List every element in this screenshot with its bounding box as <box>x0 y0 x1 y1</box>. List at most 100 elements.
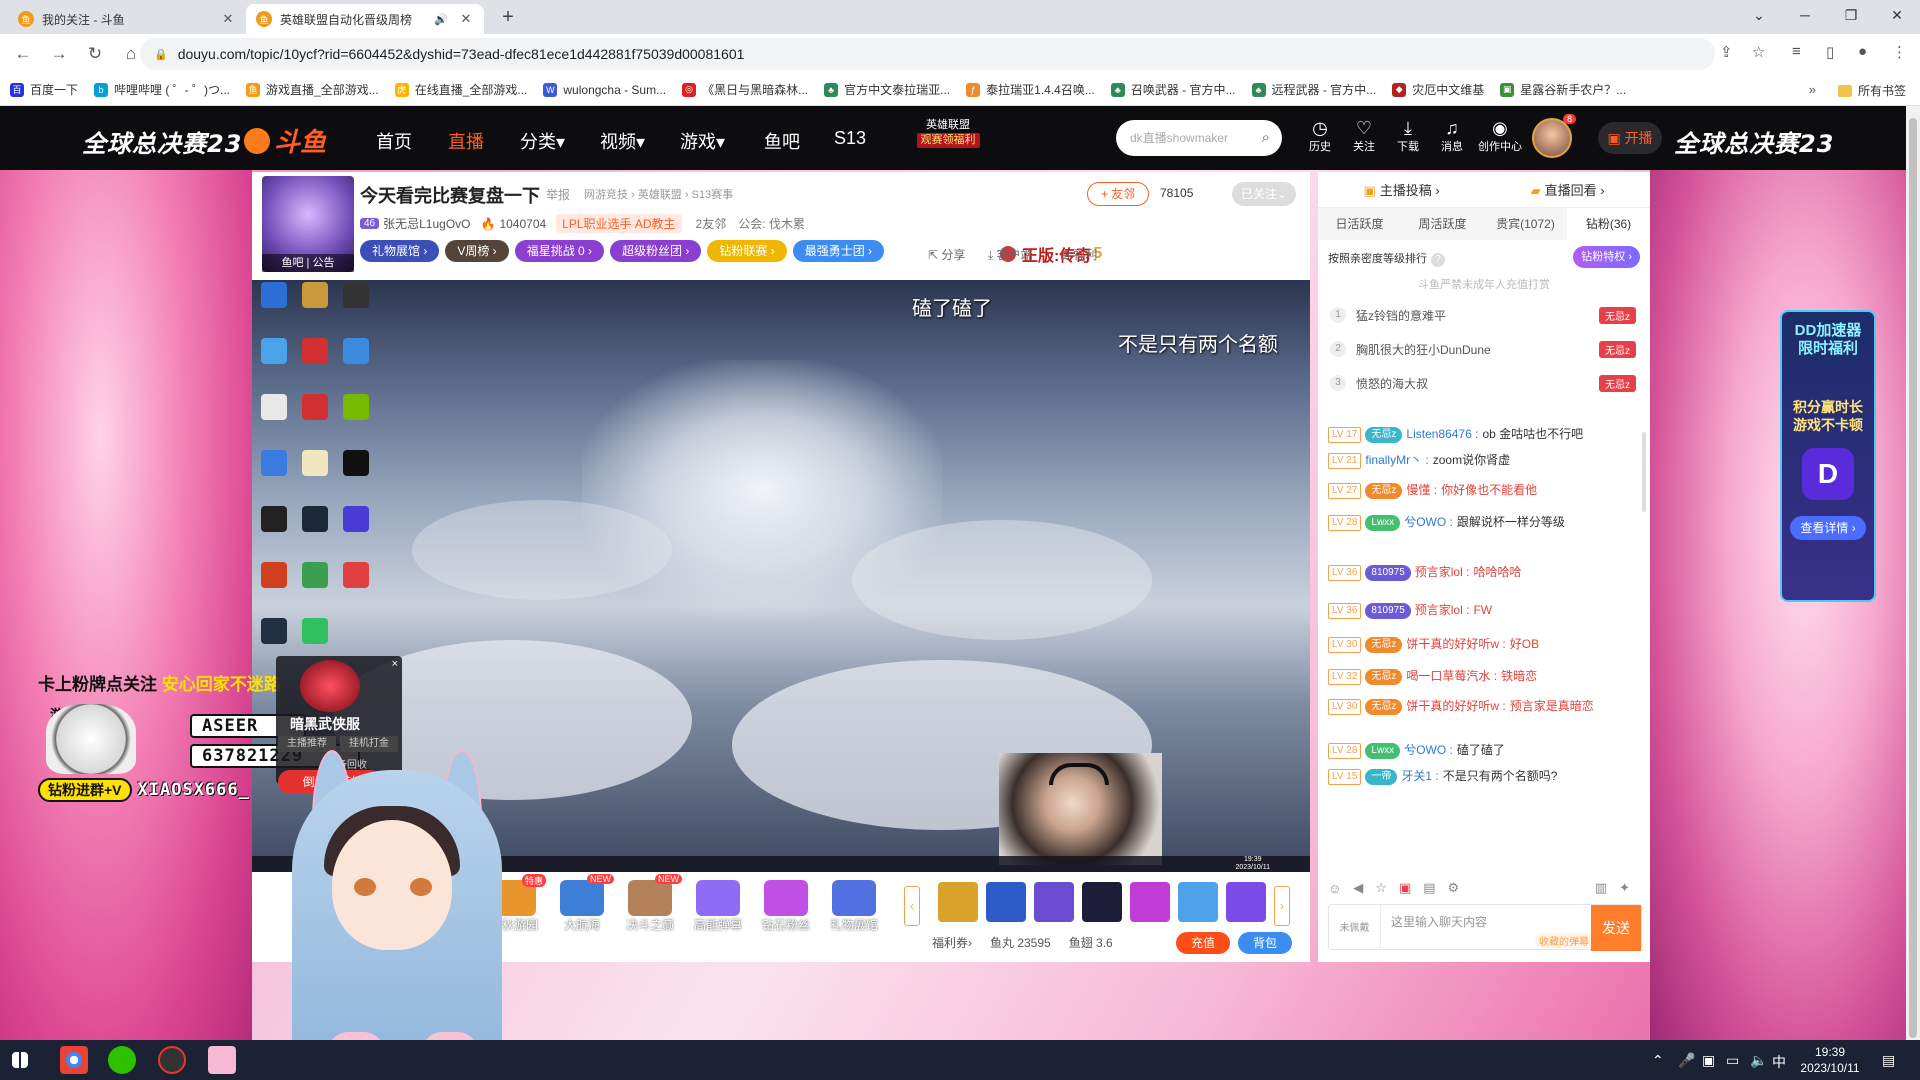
room-activity-button[interactable]: 最强勇士团 › <box>792 240 885 262</box>
chat-message[interactable]: LV 36 810975 预言家lol : FW <box>1328 600 1642 620</box>
reload-icon[interactable]: ↻ <box>82 41 108 67</box>
bookmarks-overflow-icon[interactable]: » <box>1809 82 1816 97</box>
chat-username[interactable]: Listen86476 : <box>1406 427 1478 441</box>
forward-icon[interactable]: → <box>46 41 72 67</box>
friend-follow-button[interactable]: + 友邻 <box>1087 182 1149 206</box>
worlds-logo[interactable]: 全球总决赛23 <box>1674 124 1834 159</box>
network-icon[interactable]: ▭ <box>1726 1052 1739 1069</box>
browser-tab-active[interactable]: 鱼 英雄联盟自动化晋级周榜 🔊 ✕ <box>246 4 484 34</box>
chat-username[interactable]: 预言家lol : <box>1415 565 1470 579</box>
gift-slot[interactable] <box>1178 882 1218 922</box>
follow-list-button[interactable]: ♡ 关注 <box>1344 118 1384 154</box>
chat-input-box[interactable]: 未佩戴 这里输入聊天内容 收藏的弹幕 发送 <box>1328 904 1642 951</box>
restore-button[interactable]: ❐ <box>1828 0 1874 30</box>
chat-username[interactable]: 饼干真的好好听w : <box>1406 699 1505 713</box>
coupon-link[interactable]: 福利券› <box>932 934 972 951</box>
close-window-button[interactable]: ✕ <box>1874 0 1920 30</box>
chat-username[interactable]: finallyMr丶 : <box>1365 453 1428 467</box>
anchor-name[interactable]: 张无忌L1ugOvO <box>383 215 470 232</box>
gift-scroll-right[interactable]: › <box>1274 886 1290 926</box>
badge-icon[interactable]: ☆ <box>1375 880 1387 896</box>
saved-danmu-button[interactable]: 收藏的弹幕 <box>1535 933 1593 948</box>
tray-app-icon[interactable]: ▣ <box>1702 1052 1715 1069</box>
close-tab-icon[interactable]: ✕ <box>220 11 236 27</box>
minimize-button[interactable]: ─ <box>1782 0 1828 30</box>
bookmark-item[interactable]: ◆ 灾厄中文维基 <box>1392 81 1484 98</box>
lock-icon[interactable]: 🔒 <box>154 48 168 61</box>
chat-username[interactable]: 喝一口草莓汽水 : <box>1406 669 1497 683</box>
address-bar[interactable]: 🔒 douyu.com/topic/10ycf?rid=6604452&dysh… <box>140 38 1715 70</box>
wechat-icon[interactable] <box>108 1046 136 1074</box>
chrome-icon[interactable] <box>60 1046 88 1074</box>
tab-daily-active[interactable]: 日活跃度 <box>1318 208 1401 240</box>
app-icon[interactable] <box>208 1046 236 1074</box>
gift-slot[interactable] <box>1034 882 1074 922</box>
all-bookmarks-folder[interactable]: 所有书签 <box>1837 82 1906 99</box>
nav-home[interactable]: 首页 <box>376 128 412 154</box>
promo-details-button[interactable]: 查看详情 › <box>1790 516 1866 540</box>
windows-start-icon[interactable] <box>12 1052 28 1068</box>
chat-message[interactable]: LV 30 无忌z 饼干真的好好听w : 好OB <box>1328 634 1642 654</box>
chat-message[interactable]: LV 36 810975 预言家lol : 哈哈哈哈 <box>1328 562 1642 582</box>
followed-button[interactable]: 已关注⌄ <box>1232 182 1296 206</box>
anchor-avatar[interactable]: 鱼吧 | 公告 <box>262 176 354 272</box>
chat-message[interactable]: LV 28 Lwxx 兮OWO : 磕了磕了 <box>1328 740 1642 760</box>
bookmark-star-icon[interactable]: ☆ <box>1752 43 1765 61</box>
browser-tab-my-follow[interactable]: 鱼 我的关注 - 斗鱼 ✕ <box>8 4 246 34</box>
worlds-logo[interactable]: 全球总决赛23 <box>82 124 242 159</box>
back-icon[interactable]: ← <box>10 41 36 67</box>
history-button[interactable]: ◷ 历史 <box>1300 118 1340 154</box>
chat-message[interactable]: LV 17 无忌z Listen86476 : ob 金咕咕也不行吧 <box>1328 424 1642 444</box>
side-panel-icon[interactable]: ▯ <box>1826 43 1834 61</box>
menu-icon[interactable]: ⋮ <box>1892 43 1907 61</box>
notification-icon[interactable]: ▤ <box>1882 1052 1895 1069</box>
client-button[interactable]: ⤓ 客户端 <box>988 246 1033 263</box>
search-input[interactable]: dk直播showmaker ⌕ <box>1116 120 1282 156</box>
rank-row[interactable]: 1 猛z铃铛的意难平 无忌z <box>1318 298 1650 332</box>
search-icon[interactable]: ⌕ <box>1262 120 1270 156</box>
replay-link[interactable]: ▰ 直播回看 › <box>1531 180 1605 199</box>
anchor-posts-link[interactable]: ▣ 主播投稿 › <box>1363 180 1439 199</box>
chat-message[interactable]: LV 32 无忌z 喝一口草莓汽水 : 铁暗恋 <box>1328 666 1642 686</box>
volume-icon[interactable]: 🔈 <box>1750 1052 1767 1069</box>
gift-scroll-left[interactable]: ‹ <box>904 886 920 926</box>
breadcrumb[interactable]: 网游竞技 › 英雄联盟 › S13赛事 <box>584 186 733 202</box>
speaker-icon[interactable]: 🔊 <box>434 13 448 26</box>
chat-message[interactable]: LV 15 一帝 牙关1 : 不是只有两个名额吗? <box>1328 766 1642 786</box>
guild-label[interactable]: 公会: 伐木累 <box>738 215 805 232</box>
chat-message[interactable]: LV 30 无忌z 饼干真的好好听w : 预言家是真暗恋 <box>1328 696 1642 716</box>
welfare-button[interactable]: ⊞ 福利 <box>1060 246 1097 263</box>
lol-event-badge[interactable]: 英雄联盟 观赛领福利 <box>912 118 984 158</box>
nav-fishbar[interactable]: 鱼吧 <box>764 128 800 154</box>
ime-indicator[interactable]: 中 <box>1772 1052 1786 1072</box>
tab-diamond-fans[interactable]: 钻粉(36) <box>1567 208 1650 240</box>
chat-input[interactable]: 这里输入聊天内容 <box>1391 913 1487 930</box>
close-icon[interactable]: × <box>392 658 398 670</box>
room-activity-button[interactable]: 福星挑战 0 › <box>514 240 605 262</box>
fishbar-notice-link[interactable]: 鱼吧 | 公告 <box>262 254 354 272</box>
gift-slot[interactable] <box>1226 882 1266 922</box>
taskbar-clock[interactable]: 19:39 2023/10/11 <box>1790 1044 1870 1076</box>
bookmark-item[interactable]: b 哔哩哔哩 ( ゜- ゜)つ... <box>94 81 230 98</box>
bookmark-item[interactable]: Wwulongcha - Sum... <box>543 82 666 97</box>
chat-username[interactable]: 牙关1 : <box>1401 769 1438 783</box>
bookmark-item[interactable]: ♣ 官方中文泰拉瑞亚... <box>824 81 950 98</box>
settings-icon[interactable]: ⚙ <box>1448 880 1460 896</box>
reading-list-icon[interactable]: ≡ <box>1792 43 1801 60</box>
emoji-icon[interactable]: ☺ <box>1328 881 1341 896</box>
red-packet-icon[interactable]: ▣ <box>1399 880 1411 896</box>
clear-icon[interactable]: ▥ <box>1595 880 1607 896</box>
rank-row[interactable]: 2 胸肌很大的狂小DunDune 无忌z <box>1318 332 1650 366</box>
gift-slot[interactable] <box>986 882 1026 922</box>
lock-chat-icon[interactable]: ✦ <box>1619 880 1630 896</box>
tab-weekly-active[interactable]: 周活跃度 <box>1401 208 1484 240</box>
messages-button[interactable]: ♫ 消息 <box>1432 118 1472 154</box>
fan-badge-selector[interactable]: 未佩戴 <box>1329 905 1381 951</box>
pro-player-tag[interactable]: LPL职业选手 AD教主 <box>556 214 682 233</box>
chat-message[interactable]: LV 21 finallyMr丶 : zoom说你肾虚 <box>1328 450 1642 470</box>
chat-username[interactable]: 预言家lol : <box>1415 603 1470 617</box>
chat-username[interactable]: 兮OWO : <box>1404 743 1453 757</box>
mic-icon[interactable]: 🎤 <box>1678 1052 1695 1069</box>
recharge-button[interactable]: 充值 <box>1176 932 1230 954</box>
room-activity-button[interactable]: 礼物展馆 › <box>360 240 440 262</box>
